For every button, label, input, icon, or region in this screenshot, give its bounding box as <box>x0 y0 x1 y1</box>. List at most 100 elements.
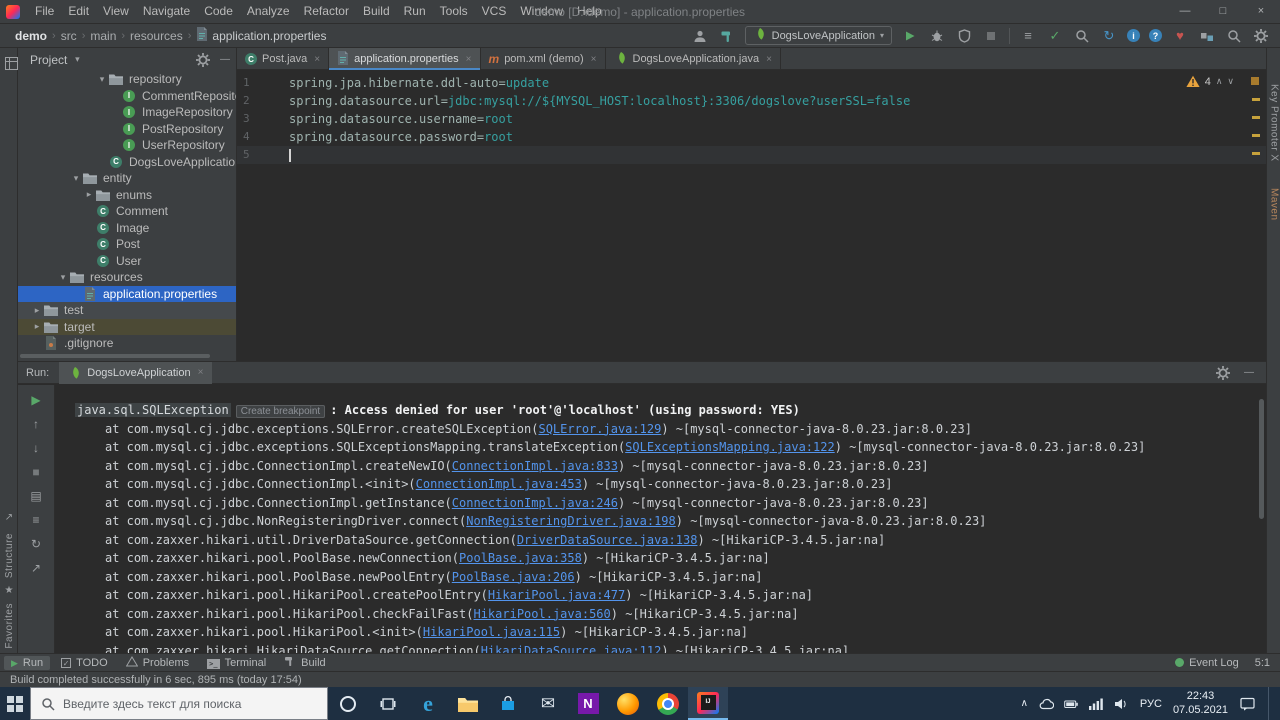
toolwindow-button-favorites[interactable]: Favorites <box>4 603 15 649</box>
rerun-button[interactable]: ▶ <box>28 392 44 408</box>
close-button[interactable]: × <box>1242 0 1280 24</box>
editor-tab-post-java[interactable]: C Post.java × <box>237 48 330 70</box>
dump-threads-button[interactable]: ▤ <box>28 488 44 504</box>
project-panel-title[interactable]: Project <box>30 53 67 67</box>
structure-list-icon[interactable]: ≡ <box>1019 27 1037 45</box>
tree-item-dogsloveapplication[interactable]: C DogsLoveApplication <box>18 154 236 171</box>
run-configuration-select[interactable]: DogsLoveApplication ▾ <box>744 26 892 45</box>
pin-icon[interactable]: ↗ <box>0 508 18 526</box>
tree-item-entity[interactable]: ▾ entity <box>18 170 236 187</box>
hide-panel-icon[interactable]: — <box>1244 367 1254 378</box>
code-line-4[interactable]: 4 spring.datasource.password=root <box>237 128 1266 146</box>
chevron-right-icon[interactable]: ▸ <box>31 321 43 332</box>
taskbar-app-mail-icon[interactable]: ✉ <box>528 687 568 720</box>
warning-stripe-mark[interactable] <box>1252 116 1260 119</box>
minimize-button[interactable]: — <box>1166 0 1204 24</box>
key-promoter-heart-icon[interactable]: ♥ <box>1171 27 1189 45</box>
tree-item-enums[interactable]: ▸ enums <box>18 187 236 204</box>
tree-item-application-properties[interactable]: application.properties <box>18 285 236 302</box>
breadcrumb-item-demo[interactable]: demo <box>12 29 50 43</box>
stack-trace-link[interactable]: PoolBase.java:358 <box>459 551 582 565</box>
menu-navigate[interactable]: Navigate <box>136 0 197 23</box>
synchronize-icon[interactable]: ↻ <box>1100 27 1118 45</box>
menu-build[interactable]: Build <box>356 0 397 23</box>
maximize-button[interactable]: □ <box>1204 0 1242 24</box>
vertical-scrollbar[interactable] <box>1259 399 1264 519</box>
chevron-right-icon[interactable]: ▸ <box>83 189 95 200</box>
stack-trace-link[interactable]: PoolBase.java:206 <box>452 570 575 584</box>
stack-trace-link[interactable]: ConnectionImpl.java:453 <box>416 477 582 491</box>
stack-trace-link[interactable]: NonRegisteringDriver.java:198 <box>466 514 676 528</box>
breadcrumb-item-resources[interactable]: resources <box>127 29 186 43</box>
menu-analyze[interactable]: Analyze <box>240 0 297 23</box>
find-icon[interactable] <box>1225 27 1243 45</box>
horizontal-scrollbar[interactable] <box>20 354 210 358</box>
menu-edit[interactable]: Edit <box>61 0 96 23</box>
code-line-1[interactable]: 1 spring.jpa.hibernate.ddl-auto=update <box>237 74 1266 92</box>
toolwindow-button-structure[interactable]: Structure <box>4 533 15 578</box>
prev-occurrence-button[interactable]: ↑ <box>28 416 44 432</box>
task-view-button[interactable] <box>368 687 408 720</box>
stack-trace-link[interactable]: HikariPool.java:560 <box>473 607 610 621</box>
search-everywhere-icon[interactable] <box>1073 27 1091 45</box>
editor[interactable]: 1 spring.jpa.hibernate.ddl-auto=update 2 sp… <box>237 70 1266 361</box>
breadcrumb-item-src[interactable]: src <box>58 29 80 43</box>
console-output[interactable]: java.sql.SQLException Create breakpoint: … <box>56 385 1266 653</box>
caret-position[interactable]: 5:1 <box>1255 657 1270 669</box>
cortana-button[interactable] <box>328 687 368 720</box>
stack-trace-link[interactable]: HikariDataSource.java:112 <box>481 644 662 654</box>
stack-trace-link[interactable]: SQLExceptionsMapping.java:122 <box>625 440 835 454</box>
chevron-up-icon[interactable]: ∧ <box>1216 76 1223 87</box>
close-icon[interactable]: × <box>466 54 472 65</box>
editor-tab-pom-xml--demo-[interactable]: m pom.xml (demo) × <box>481 48 606 70</box>
gear-icon[interactable] <box>194 51 212 69</box>
tree-item--gitignore[interactable]: .gitignore <box>18 335 236 352</box>
tree-item-repository[interactable]: ▾ repository <box>18 71 236 88</box>
tray-onedrive-icon[interactable] <box>1039 697 1054 710</box>
stack-trace-link[interactable]: HikariPool.java:477 <box>488 588 625 602</box>
chevron-down-icon[interactable]: ▾ <box>71 54 83 65</box>
clock[interactable]: 22:43 07.05.2021 <box>1173 690 1228 718</box>
toolwindow-button-run[interactable]: ▶ Run <box>4 655 51 670</box>
chevron-down-icon[interactable]: ▾ <box>70 173 82 184</box>
show-desktop-button[interactable] <box>1268 687 1272 720</box>
gear-icon[interactable] <box>1214 364 1232 382</box>
menu-view[interactable]: View <box>96 0 136 23</box>
toolwindow-button-todo[interactable]: ✓ TODO <box>54 656 115 670</box>
toolwindow-button-problems[interactable]: Problems <box>119 655 196 671</box>
tree-item-image[interactable]: C Image <box>18 220 236 237</box>
close-icon[interactable]: × <box>766 54 772 65</box>
info-icon[interactable]: i <box>1127 29 1140 42</box>
stack-trace-link[interactable]: DriverDataSource.java:138 <box>517 533 698 547</box>
taskbar-app-store-icon[interactable] <box>488 687 528 720</box>
stack-trace-link[interactable]: HikariPool.java:115 <box>423 625 560 639</box>
stop-button[interactable]: ■ <box>28 464 44 480</box>
run-button[interactable] <box>901 27 919 45</box>
stack-trace-link[interactable]: ConnectionImpl.java:246 <box>452 496 618 510</box>
next-occurrence-button[interactable]: ↓ <box>28 440 44 456</box>
build-icon[interactable] <box>718 27 736 45</box>
chevron-down-icon[interactable]: ▾ <box>57 272 69 283</box>
create-breakpoint-hint[interactable]: Create breakpoint <box>235 405 326 418</box>
tree-item-userrepository[interactable]: I UserRepository <box>18 137 236 154</box>
help-icon[interactable]: ? <box>1149 29 1162 42</box>
toolwindow-button-maven[interactable]: Maven <box>1269 188 1280 221</box>
settings-gear-icon[interactable] <box>1252 27 1270 45</box>
editor-tab-application-properties[interactable]: application.properties × <box>329 48 481 70</box>
menu-vcs[interactable]: VCS <box>475 0 514 23</box>
menu-file[interactable]: File <box>28 0 61 23</box>
hide-panel-icon[interactable]: — <box>220 54 230 65</box>
stop-button[interactable] <box>982 27 1000 45</box>
tray-battery-icon[interactable] <box>1064 697 1079 710</box>
close-icon[interactable]: × <box>314 54 320 65</box>
warning-stripe-mark[interactable] <box>1252 152 1260 155</box>
soft-wrap-button[interactable]: ≡ <box>28 512 44 528</box>
taskbar-app-intellij-icon[interactable]: IJ <box>688 687 728 720</box>
taskbar-app-chrome-icon[interactable] <box>648 687 688 720</box>
tree-item-postrepository[interactable]: I PostRepository <box>18 121 236 138</box>
exception-class[interactable]: java.sql.SQLException <box>75 403 231 417</box>
code-line-5[interactable]: 5 <box>237 146 1266 164</box>
plugins-icon[interactable] <box>1198 27 1216 45</box>
code-line-2[interactable]: 2 spring.datasource.url=jdbc:mysql://${MY… <box>237 92 1266 110</box>
menu-refactor[interactable]: Refactor <box>297 0 356 23</box>
